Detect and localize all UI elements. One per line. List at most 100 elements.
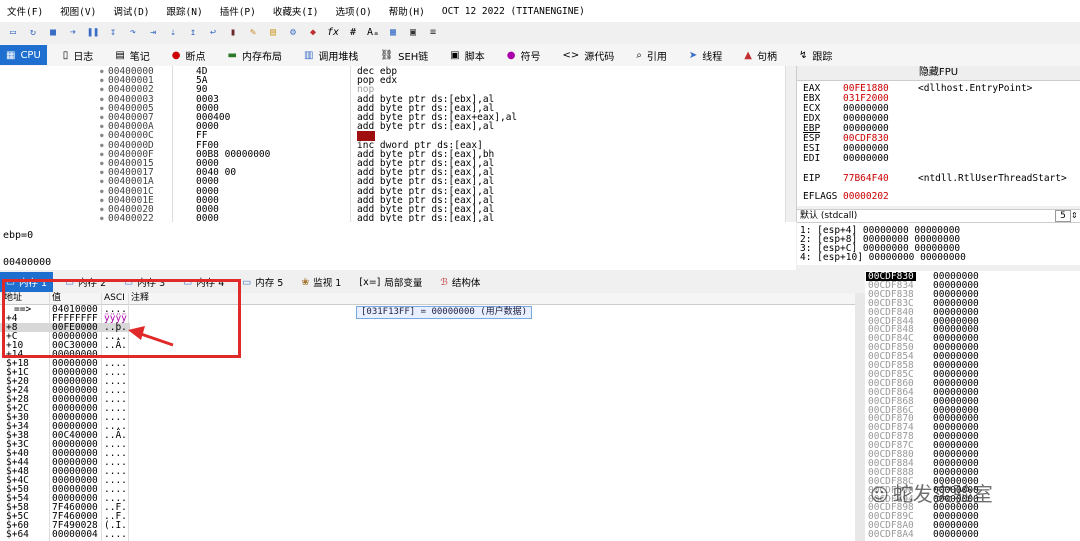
breakpoint-icon: ● bbox=[171, 49, 181, 61]
tab-watch-1[interactable]: ❀ 监视 1 bbox=[295, 272, 347, 292]
pattern-icon[interactable]: ⚙ bbox=[286, 26, 300, 40]
tab-references[interactable]: ⌕ 引用 bbox=[630, 45, 673, 65]
stack-arg-line: 4: [esp+10] 00000000 00000000 bbox=[800, 252, 966, 263]
stack-address: 00CDF8A4 bbox=[868, 529, 914, 541]
dump-ascii: .... bbox=[104, 529, 127, 540]
tab-locals[interactable]: [x=] 局部变量 bbox=[353, 272, 428, 292]
stack-value: 00000000 bbox=[933, 529, 979, 541]
menu-help[interactable]: 帮助(H) bbox=[389, 4, 425, 18]
register-value[interactable]: 77B64F40 bbox=[843, 174, 889, 184]
animate-icon[interactable]: ▮ bbox=[226, 26, 240, 40]
threads-icon: ➤ bbox=[688, 49, 698, 61]
tab-symbols[interactable]: ● 符号 bbox=[501, 45, 547, 65]
dump-offset: $+64 bbox=[6, 529, 29, 540]
run-to-user-icon[interactable]: ↩ bbox=[206, 26, 220, 40]
info-line: 00400000 bbox=[3, 257, 52, 268]
trace-icon: ↯ bbox=[798, 49, 808, 61]
arg-count-spinner[interactable]: 5 bbox=[1055, 210, 1071, 222]
cpu-icon: ▦ bbox=[6, 49, 16, 61]
hide-fpu-button[interactable]: 隐藏FPU bbox=[797, 66, 1080, 81]
trace-over-icon[interactable]: ⇣ bbox=[166, 26, 180, 40]
patch-icon[interactable]: ◆ bbox=[306, 26, 320, 40]
toolbar: ▭ ↻ ■ ➔ ❚❚ ↧ ↷ ⇥ ⇣ ↥ ↩ ▮ ✎ ▤ ⚙ ◆ fx # Aₐ… bbox=[0, 22, 1080, 43]
register-value[interactable]: 00000202 bbox=[843, 192, 889, 202]
watermark: ☺ 蛇发实验室 bbox=[870, 482, 993, 506]
font-icon[interactable]: Aₐ bbox=[366, 26, 380, 40]
disasm-bytes: 0000 bbox=[196, 213, 219, 222]
registers-pane[interactable]: 隐藏FPU EAX 00FE1880 <dllhost.EntryPoint> EBX… bbox=[797, 66, 1080, 206]
tab-notes[interactable]: ▤ 笔记 bbox=[109, 45, 155, 65]
open-icon[interactable]: ▭ bbox=[6, 26, 20, 40]
info-box: ebp=0 00400000 bbox=[0, 222, 796, 270]
calling-convention-bar: 默认 (stdcall) 5 ⇕ bbox=[797, 209, 1080, 223]
register-row[interactable]: EFLAGS 00000202 bbox=[803, 191, 889, 202]
pause-icon[interactable]: ❚❚ bbox=[86, 26, 100, 40]
tab-cpu[interactable]: ▦ CPU bbox=[0, 45, 47, 65]
tab-struct[interactable]: ℬ 结构体 bbox=[434, 272, 486, 292]
info-line: ebp=0 bbox=[3, 230, 34, 241]
fx-icon[interactable]: fx bbox=[326, 26, 340, 40]
pen-icon[interactable]: ✎ bbox=[246, 26, 260, 40]
calc-icon[interactable]: ▣ bbox=[406, 26, 420, 40]
memory-map-icon: ▬ bbox=[227, 49, 237, 61]
struct-icon: ℬ bbox=[440, 276, 448, 288]
execute-till-return-icon[interactable]: ↥ bbox=[186, 26, 200, 40]
register-value[interactable]: 00000000 bbox=[843, 154, 889, 164]
tab-handles[interactable]: ▲ 句柄 bbox=[738, 45, 783, 65]
tab-dump-5[interactable]: ▭ 内存 5 bbox=[236, 272, 289, 292]
menu-options[interactable]: 选项(O) bbox=[336, 4, 372, 18]
tab-memory-map[interactable]: ▬ 内存布局 bbox=[222, 45, 288, 65]
log-icon: ▯ bbox=[62, 49, 69, 61]
handles-icon: ▲ bbox=[744, 49, 752, 61]
build-date: OCT 12 2022 (TITANENGINE) bbox=[441, 5, 585, 17]
tab-breakpoints[interactable]: ● 断点 bbox=[166, 45, 212, 65]
calling-convention-select[interactable]: 默认 (stdcall) bbox=[800, 210, 857, 222]
watch-icon: ❀ bbox=[301, 276, 310, 288]
register-row[interactable]: EDI 00000000 bbox=[803, 154, 889, 164]
source-icon: <> bbox=[562, 49, 580, 61]
tab-call-stack[interactable]: ▥ 调用堆栈 bbox=[298, 45, 364, 65]
breakpoint-dot-icon[interactable]: ● bbox=[100, 214, 104, 222]
close-icon[interactable]: ■ bbox=[46, 26, 60, 40]
tab-log[interactable]: ▯ 日志 bbox=[57, 45, 100, 65]
disasm-row[interactable]: ● 00400022 0000 add byte ptr ds:[eax],al bbox=[0, 214, 780, 222]
script-icon: ▣ bbox=[450, 49, 460, 61]
step-into-icon[interactable]: ↧ bbox=[106, 26, 120, 40]
menu-view[interactable]: 视图(V) bbox=[60, 4, 96, 18]
dump-row[interactable]: $+64 00000004.... bbox=[0, 529, 130, 540]
hash-icon[interactable]: # bbox=[346, 26, 360, 40]
tab-trace[interactable]: ↯ 跟踪 bbox=[793, 45, 838, 65]
disasm-address: 00400022 bbox=[108, 213, 154, 222]
menu-debug[interactable]: 调试(D) bbox=[113, 4, 149, 18]
disassembly-pane[interactable]: ● 00400000 4D dec ebp ● 00400001 5A pop edx ● 004… bbox=[0, 66, 797, 222]
menu-bar: 文件(F) 视图(V) 调试(D) 跟踪(N) 插件(P) 收藏夹(I) 选项(… bbox=[0, 0, 1080, 23]
locals-icon: [x=] bbox=[359, 276, 381, 288]
tab-source[interactable]: <> 源代码 bbox=[556, 45, 620, 65]
trace-into-icon[interactable]: ⇥ bbox=[146, 26, 160, 40]
spinner-arrows-icon[interactable]: ⇕ bbox=[1071, 210, 1078, 222]
register-name: EFLAGS bbox=[803, 191, 838, 202]
note-icon[interactable]: ▤ bbox=[266, 26, 280, 40]
tab-threads[interactable]: ➤ 线程 bbox=[683, 45, 728, 65]
tab-seh[interactable]: ⛓ SEH链 bbox=[374, 45, 434, 65]
references-icon: ⌕ bbox=[636, 49, 642, 61]
restart-icon[interactable]: ↻ bbox=[26, 26, 40, 40]
hexdump-icon[interactable]: ▦ bbox=[386, 26, 400, 40]
settings-icon[interactable]: ≡ bbox=[426, 26, 440, 40]
wechat-icon: ☺ bbox=[870, 485, 889, 506]
dump-value: 00000004 bbox=[52, 529, 98, 540]
annotation-highlight-box bbox=[2, 279, 241, 358]
disassembly-scrollbar[interactable] bbox=[785, 66, 796, 222]
tab-script[interactable]: ▣ 脚本 bbox=[444, 45, 490, 65]
dump-scrollbar[interactable] bbox=[855, 293, 865, 541]
menu-file[interactable]: 文件(F) bbox=[7, 4, 43, 18]
menu-plugins[interactable]: 插件(P) bbox=[220, 4, 256, 18]
run-icon[interactable]: ➔ bbox=[66, 26, 80, 40]
menu-trace[interactable]: 跟踪(N) bbox=[167, 4, 203, 18]
register-comment: <dllhost.EntryPoint> bbox=[918, 83, 1033, 94]
menu-favourites[interactable]: 收藏夹(I) bbox=[273, 4, 319, 18]
register-row[interactable]: EIP 77B64F40 <ntdll.RtlUserThreadStart> bbox=[803, 174, 1067, 184]
seh-icon: ⛓ bbox=[380, 49, 394, 61]
step-over-icon[interactable]: ↷ bbox=[126, 26, 140, 40]
stack-row[interactable]: 00CDF8A4 00000000 bbox=[865, 529, 1080, 541]
